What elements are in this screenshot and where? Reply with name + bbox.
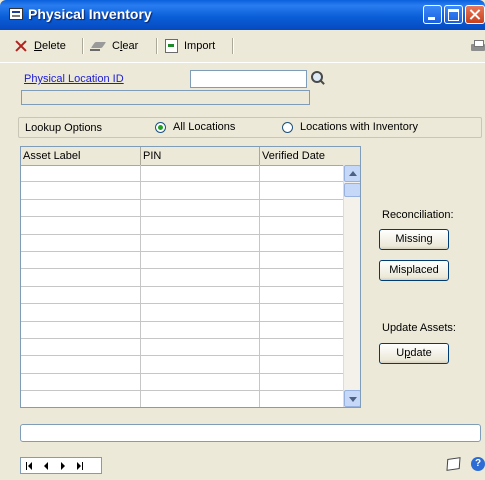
physical-location-id-input[interactable] [190,70,307,88]
table-row[interactable] [21,182,343,200]
grid-column-divider [140,269,141,286]
grid-column-divider [259,321,260,338]
column-header-pin: PIN [141,147,260,165]
physical-location-id-link[interactable]: Physical Location ID [24,73,124,85]
update-assets-label: Update Assets: [382,322,456,334]
delete-label: Delete [34,40,66,52]
toolbar [0,30,485,63]
grid-column-divider [140,304,141,321]
import-icon [165,39,178,53]
table-row[interactable] [21,373,343,392]
table-row[interactable] [21,165,343,183]
misplaced-button[interactable]: Misplaced [379,260,449,281]
asset-grid[interactable]: Asset Label PIN Verified Date [20,146,361,408]
grid-column-divider [140,199,141,217]
missing-button[interactable]: Missing [379,229,449,250]
status-field [20,424,481,442]
printer-icon[interactable] [470,40,485,53]
grid-header: Asset Label PIN Verified Date [21,147,360,166]
delete-icon [14,39,28,53]
grid-column-divider [140,391,141,407]
vertical-scrollbar[interactable] [343,165,360,407]
radio-button[interactable] [282,121,293,133]
grid-column-divider [259,269,260,286]
table-row[interactable] [21,286,343,305]
grid-column-divider [259,304,260,321]
previous-record-button[interactable] [44,462,48,470]
table-row[interactable] [21,391,343,407]
table-row[interactable] [21,338,343,357]
reconciliation-label: Reconciliation: [382,209,454,221]
record-navigator [20,457,102,474]
radio-all-locations[interactable]: All Locations [155,121,235,133]
grid-column-divider [259,199,260,217]
toolbar-separator [82,38,84,54]
grid-column-divider [259,182,260,199]
grid-column-divider [259,373,260,391]
note-icon[interactable] [446,457,461,471]
grid-column-divider [259,356,260,373]
maximize-button[interactable] [444,5,463,24]
grid-column-divider [140,182,141,199]
lookup-icon[interactable] [309,69,327,87]
window-icon [9,8,23,20]
clear-icon [90,40,106,52]
radio-locations-with-inventory[interactable]: Locations with Inventory [282,121,418,133]
next-record-button[interactable] [61,462,65,470]
grid-column-divider [140,373,141,391]
grid-column-divider [259,217,260,234]
clear-button[interactable]: Clear [90,38,138,54]
table-row[interactable] [21,217,343,235]
help-icon[interactable]: ? [471,457,485,471]
toolbar-separator [232,38,234,54]
table-row[interactable] [21,304,343,322]
toolbar-separator [156,38,158,54]
delete-button[interactable]: Delete [14,38,66,54]
clear-label: Clear [112,40,139,52]
radio-label: Locations with Inventory [300,121,419,133]
grid-column-divider [259,338,260,356]
radio-label: All Locations [173,121,236,133]
grid-rows [21,165,343,407]
table-row[interactable] [21,234,343,252]
scroll-up-button[interactable] [344,165,360,182]
import-button[interactable]: Import [165,38,215,54]
table-row[interactable] [21,251,343,270]
table-row[interactable] [21,199,343,218]
table-row[interactable] [21,321,343,339]
update-button[interactable]: Update [379,343,449,364]
grid-column-divider [140,338,141,356]
grid-column-divider [140,217,141,234]
grid-column-divider [140,356,141,373]
grid-column-divider [140,234,141,251]
radio-button[interactable] [155,121,166,133]
import-label: Import [184,40,216,52]
grid-column-divider [140,321,141,338]
grid-column-divider [259,251,260,269]
grid-column-divider [259,286,260,304]
grid-column-divider [259,165,260,182]
table-row[interactable] [21,269,343,287]
column-header-asset-label: Asset Label [21,147,141,165]
grid-column-divider [259,234,260,251]
scroll-thumb[interactable] [344,183,360,197]
column-header-verified-date: Verified Date [262,150,325,162]
table-row[interactable] [21,356,343,374]
scroll-down-button[interactable] [344,390,360,407]
close-button[interactable] [465,5,485,24]
minimize-button[interactable] [423,5,442,24]
grid-column-divider [140,165,141,182]
grid-column-divider [140,286,141,304]
location-description-field [21,90,310,105]
grid-column-divider [259,391,260,407]
grid-column-divider [140,251,141,269]
window-title: Physical Inventory [28,6,152,22]
lookup-options-label: Lookup Options [25,122,103,134]
